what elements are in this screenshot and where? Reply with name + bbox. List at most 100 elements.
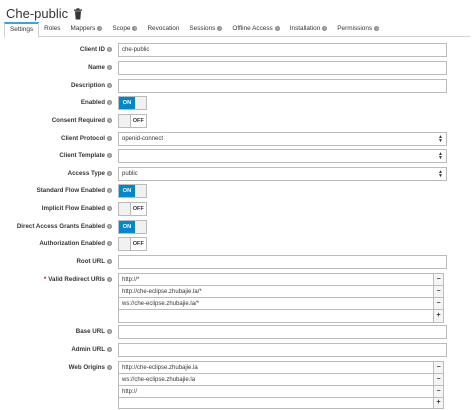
- help-icon[interactable]: ?: [107, 170, 112, 176]
- enabled-toggle[interactable]: ON: [118, 96, 147, 110]
- client-settings-page: Che-public Settings Roles Mappers? Scope…: [0, 0, 474, 410]
- tab-revocation[interactable]: Revocation: [142, 22, 184, 36]
- help-icon[interactable]: ?: [107, 276, 112, 282]
- help-icon[interactable]: ?: [274, 25, 280, 31]
- admin-url-field[interactable]: [118, 343, 447, 357]
- toggle-off-label: OFF: [132, 206, 144, 212]
- authorization-label: Authorization Enabled?: [39, 240, 112, 247]
- help-icon[interactable]: ?: [107, 82, 112, 88]
- select-value: openid-connect: [122, 136, 164, 142]
- tab-label: Settings: [10, 26, 34, 33]
- toggle-knob: [135, 221, 146, 233]
- direct-access-label: Direct Access Grants Enabled?: [16, 223, 112, 230]
- tab-label: Offline Access: [232, 25, 273, 32]
- tab-installation[interactable]: Installation?: [285, 22, 333, 36]
- help-icon[interactable]: ?: [107, 328, 112, 334]
- tab-settings[interactable]: Settings: [4, 22, 40, 38]
- tab-permissions[interactable]: Permissions?: [332, 22, 384, 36]
- root-url-field[interactable]: [118, 255, 447, 269]
- trash-icon[interactable]: [73, 7, 83, 20]
- help-icon[interactable]: ?: [322, 25, 328, 31]
- tab-scope[interactable]: Scope?: [107, 22, 142, 36]
- toggle-on-label: ON: [119, 97, 135, 109]
- help-icon[interactable]: ?: [217, 25, 223, 31]
- help-icon[interactable]: ?: [97, 25, 103, 31]
- help-icon[interactable]: ?: [107, 205, 112, 211]
- redirect-uris-label: * Valid Redirect URIs?: [43, 276, 112, 283]
- standard-flow-row: Standard Flow Enabled? ON: [0, 184, 474, 198]
- toggle-on-label: ON: [119, 221, 135, 233]
- base-url-field[interactable]: [118, 325, 447, 339]
- help-icon[interactable]: ?: [374, 25, 380, 31]
- consent-required-row: Consent Required? OFF: [0, 114, 474, 128]
- client-id-field[interactable]: che-public: [118, 43, 447, 57]
- help-icon[interactable]: ?: [107, 99, 112, 105]
- tab-bar: Settings Roles Mappers? Scope? Revocatio…: [4, 22, 470, 38]
- consent-required-toggle[interactable]: OFF: [118, 114, 147, 128]
- tab-offline-access[interactable]: Offline Access?: [227, 22, 284, 36]
- client-template-select[interactable]: ▲ ▼: [118, 149, 447, 163]
- select-arrows-icon: ▲ ▼: [438, 134, 443, 144]
- toggle-knob: [119, 238, 131, 250]
- toggle-knob: [135, 97, 146, 109]
- client-protocol-select[interactable]: openid-connect ▲ ▼: [118, 132, 447, 146]
- help-icon[interactable]: ?: [107, 152, 112, 158]
- direct-access-toggle[interactable]: ON: [118, 220, 147, 234]
- help-icon[interactable]: ?: [107, 46, 112, 52]
- admin-url-row: Admin URL?: [0, 343, 474, 357]
- tab-sessions[interactable]: Sessions?: [184, 22, 227, 36]
- description-label: Description?: [70, 82, 112, 89]
- description-field[interactable]: [118, 79, 447, 93]
- help-icon[interactable]: ?: [107, 187, 112, 193]
- tab-label: Revocation: [147, 25, 180, 32]
- toggle-knob: [119, 203, 131, 215]
- required-mark: *: [43, 276, 47, 283]
- help-icon[interactable]: ?: [107, 64, 112, 70]
- toggle-on-label: ON: [119, 185, 135, 197]
- web-origins-label: Web Origins?: [68, 364, 112, 371]
- select-value: public: [122, 171, 138, 177]
- root-url-row: Root URL?: [0, 255, 474, 269]
- tab-label: Installation: [289, 25, 321, 32]
- tab-label: Permissions: [337, 25, 373, 32]
- authorization-toggle[interactable]: OFF: [118, 237, 147, 251]
- add-redirect-uri-button[interactable]: +: [433, 309, 444, 323]
- tab-label: Scope: [112, 25, 131, 32]
- help-icon[interactable]: ?: [107, 258, 112, 264]
- client-protocol-row: Client Protocol? openid-connect ▲ ▼: [0, 132, 474, 146]
- new-redirect-uri-field[interactable]: [118, 309, 436, 323]
- implicit-flow-toggle[interactable]: OFF: [118, 202, 147, 216]
- direct-access-row: Direct Access Grants Enabled? ON: [0, 220, 474, 234]
- page-title: Che-public: [6, 5, 69, 21]
- access-type-label: Access Type?: [67, 170, 112, 177]
- consent-required-label: Consent Required?: [51, 117, 112, 124]
- help-icon[interactable]: ?: [107, 364, 112, 370]
- add-web-origin-button[interactable]: +: [433, 397, 444, 409]
- authorization-row: Authorization Enabled? OFF: [0, 237, 474, 251]
- base-url-label: Base URL?: [75, 328, 112, 335]
- help-icon[interactable]: ?: [132, 25, 138, 31]
- client-id-row: Client ID? che-public: [0, 43, 474, 57]
- tab-label: Roles: [44, 25, 61, 32]
- new-web-origin-field[interactable]: [118, 397, 436, 409]
- help-icon[interactable]: ?: [107, 240, 112, 246]
- client-protocol-label: Client Protocol?: [60, 135, 112, 142]
- access-type-row: Access Type? public ▲ ▼: [0, 167, 474, 181]
- help-icon[interactable]: ?: [107, 346, 112, 352]
- admin-url-label: Admin URL?: [71, 346, 112, 353]
- help-icon[interactable]: ?: [107, 117, 112, 123]
- help-icon[interactable]: ?: [107, 135, 112, 141]
- standard-flow-label: Standard Flow Enabled?: [36, 187, 112, 194]
- toggle-off-label: OFF: [132, 241, 144, 247]
- select-arrows-icon: ▲ ▼: [438, 169, 443, 179]
- help-icon[interactable]: ?: [107, 223, 112, 229]
- toggle-off-label: OFF: [132, 118, 144, 124]
- access-type-select[interactable]: public ▲ ▼: [118, 167, 447, 181]
- standard-flow-toggle[interactable]: ON: [118, 184, 147, 198]
- name-label: Name?: [88, 64, 112, 71]
- tab-roles[interactable]: Roles: [39, 22, 65, 36]
- tab-mappers[interactable]: Mappers?: [65, 22, 107, 36]
- implicit-flow-row: Implicit Flow Enabled? OFF: [0, 202, 474, 216]
- name-field[interactable]: [118, 61, 447, 75]
- page-header: Che-public: [6, 4, 83, 22]
